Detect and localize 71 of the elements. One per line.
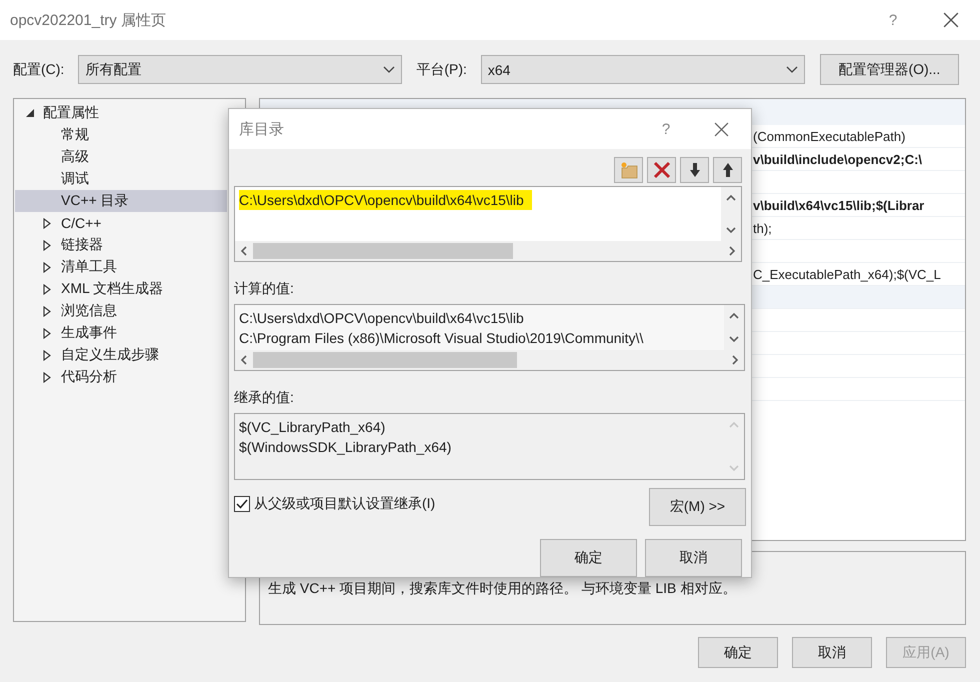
move-up-button[interactable]	[713, 157, 742, 183]
dialog-button[interactable]: 确定	[698, 637, 778, 668]
up-arrow-icon	[722, 162, 734, 178]
move-down-button[interactable]	[680, 157, 709, 183]
scroll-right-icon[interactable]	[727, 245, 737, 257]
collapsed-triangle-icon[interactable]	[43, 328, 51, 338]
scrollbar-thumb[interactable]	[253, 243, 513, 259]
computed-values-label: 计算的值:	[234, 280, 295, 298]
delete-icon	[652, 161, 670, 179]
directory-entry[interactable]: C:\Users\dxd\OPCV\opencv\build\x64\vc15\lib	[239, 190, 532, 210]
tree-item[interactable]: 调试	[15, 168, 227, 190]
expanded-triangle-icon[interactable]	[25, 108, 35, 118]
platform-dropdown[interactable]: x64	[480, 55, 805, 84]
scroll-down-icon[interactable]	[728, 334, 740, 344]
check-icon	[236, 499, 248, 509]
property-value: v\build\include\opencv2;C:\	[753, 152, 922, 166]
folder-star-icon	[618, 161, 638, 179]
collapsed-triangle-icon[interactable]	[43, 240, 51, 250]
delete-button[interactable]	[647, 157, 676, 183]
collapsed-triangle-icon[interactable]	[43, 262, 51, 272]
checkbox[interactable]	[234, 496, 250, 512]
platform-label: 平台(P):	[416, 60, 467, 78]
collapsed-triangle-icon[interactable]	[43, 372, 51, 382]
dialog-title: 库目录	[239, 120, 285, 138]
computed-value: C:\Program Files (x86)\Microsoft Visual Studio\2019\Community\\	[239, 329, 644, 348]
tree-item[interactable]: VC++ 目录	[15, 190, 227, 212]
collapsed-triangle-icon[interactable]	[43, 218, 51, 228]
scroll-up-icon[interactable]	[728, 311, 740, 321]
computed-values-list[interactable]: C:\Users\dxd\OPCV\opencv\build\x64\vc15\lib C:\Program Files (x86)\Microsoft Visual Studio\2019\Community\\	[234, 304, 745, 371]
tree-item[interactable]: 链接器	[15, 234, 227, 256]
property-value: (CommonExecutablePath)	[753, 128, 906, 144]
tree-item[interactable]: 代码分析	[15, 366, 227, 388]
collapsed-triangle-icon[interactable]	[43, 306, 51, 316]
inherit-checkbox[interactable]: 从父级或项目默认设置继承(I)	[234, 492, 436, 516]
config-label: 配置(C):	[13, 60, 64, 78]
directory-list[interactable]: C:\Users\dxd\OPCV\opencv\build\x64\vc15\lib	[234, 186, 742, 262]
property-value: th);	[753, 220, 772, 236]
config-manager-button[interactable]: 配置管理器(O)...	[820, 54, 959, 85]
scroll-down-icon[interactable]	[725, 225, 737, 235]
tree-item[interactable]: 生成事件	[15, 322, 227, 344]
macro-button[interactable]: 宏(M) >>	[649, 488, 746, 526]
tree-item[interactable]: 浏览信息	[15, 300, 227, 322]
close-icon	[714, 122, 728, 136]
tree-item[interactable]: XML 文档生成器	[15, 278, 227, 300]
scroll-left-icon[interactable]	[239, 245, 249, 257]
tree-item[interactable]: C/C++	[15, 212, 227, 234]
inherited-values-label: 继承的值:	[234, 389, 295, 407]
inherited-value: $(WindowsSDK_LibraryPath_x64)	[239, 438, 452, 457]
collapsed-triangle-icon[interactable]	[43, 284, 51, 294]
property-value: C_ExecutablePath_x64);$(VC_L	[753, 266, 941, 282]
collapsed-triangle-icon[interactable]	[43, 350, 51, 360]
computed-value: C:\Users\dxd\OPCV\opencv\build\x64\vc15\lib	[239, 309, 524, 328]
dialog-button[interactable]: 取消	[792, 637, 872, 668]
tree-item[interactable]: 配置属性	[15, 102, 227, 124]
dialog-button[interactable]: 取消	[645, 539, 742, 577]
tree-item[interactable]: 高级	[15, 146, 227, 168]
description-text: 生成 VC++ 项目期间，搜索库文件时使用的路径。 与环境变量 LIB 相对应。	[268, 580, 736, 596]
scroll-right-icon[interactable]	[730, 354, 740, 366]
scroll-left-icon[interactable]	[239, 354, 249, 366]
scroll-up-icon[interactable]	[725, 193, 737, 203]
tree-item[interactable]: 常规	[15, 124, 227, 146]
dialog-button[interactable]: 确定	[540, 539, 637, 577]
down-arrow-icon	[688, 162, 700, 178]
property-value: v\build\x64\vc15\lib;$(Librar	[753, 198, 924, 212]
inherited-value: $(VC_LibraryPath_x64)	[239, 418, 386, 437]
scrollbar-thumb[interactable]	[253, 352, 517, 368]
close-icon	[943, 12, 959, 28]
config-dropdown[interactable]: 所有配置	[78, 55, 402, 84]
tree-item[interactable]: 清单工具	[15, 256, 227, 278]
tree-item[interactable]: 自定义生成步骤	[15, 344, 227, 366]
window-title: opcv202201_try 属性页	[10, 10, 167, 30]
